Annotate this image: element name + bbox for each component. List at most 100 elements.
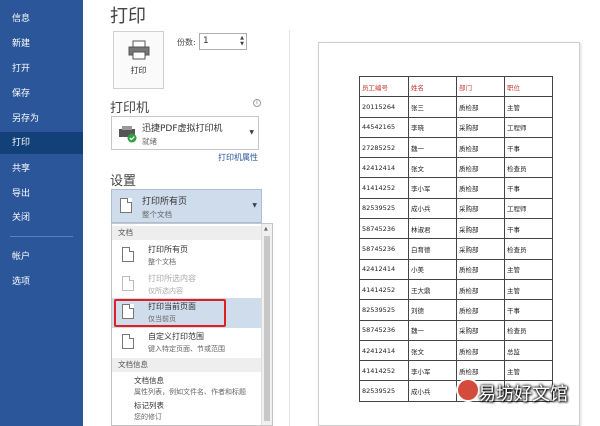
print-button[interactable]: 打印 <box>113 31 164 89</box>
table-cell: 82539525 <box>359 197 409 220</box>
page-title: 打印 <box>110 6 146 27</box>
table-cell: 58745236 <box>359 319 409 341</box>
docinfo-item[interactable]: 文档信息 <box>134 375 164 386</box>
table-row: 82539525 刘德 质检部 干事 <box>359 299 553 321</box>
nav-new[interactable]: 新建 <box>0 33 83 55</box>
nav-info[interactable]: 信息 <box>0 8 83 30</box>
table-row: 20115264 张三 质检部 主管 <box>359 96 553 118</box>
table-cell: 41414252 <box>359 177 409 199</box>
table-row: 41414252 李小军 质检部 主管 <box>359 360 553 382</box>
option-title: 自定义打印范围 <box>148 332 204 341</box>
table-cell: 检查员 <box>504 319 553 341</box>
table-row: 58745236 白育德 采购部 检查员 <box>359 238 553 260</box>
pdf-printer-icon <box>119 126 137 143</box>
option-subtitle: 键入特定页面、节或范围 <box>148 345 225 353</box>
dropdown-header-document: 文档 <box>112 226 262 240</box>
nav-share[interactable]: 共享 <box>0 158 83 180</box>
table-cell: 成小兵 <box>408 380 457 402</box>
scroll-thumb[interactable] <box>264 236 270 421</box>
printer-status: 就绪 <box>142 137 157 146</box>
table-cell: 质检部 <box>456 136 505 159</box>
backstage-sidebar: 信息 新建 打开 保存 另存为 打印 共享 导出 关闭 帐户 选项 <box>0 0 83 426</box>
table-cell: 27285252 <box>359 136 409 159</box>
table-cell: 林淑君 <box>408 218 457 240</box>
option-print-current-page[interactable]: 打印当前页面 仅当前页 <box>112 298 262 328</box>
chevron-down-icon: ▼ <box>252 202 257 209</box>
table-cell: 采购部 <box>456 238 505 260</box>
nav-options[interactable]: 选项 <box>0 271 83 293</box>
watermark-logo-icon <box>456 378 480 402</box>
nav-save[interactable]: 保存 <box>0 83 83 105</box>
option-print-all-pages[interactable]: 打印所有页 整个文档 <box>112 241 262 271</box>
table-header-cell: 员工编号 <box>359 75 409 98</box>
info-icon[interactable]: i <box>253 99 261 107</box>
nav-print[interactable]: 打印 <box>0 132 83 154</box>
table-cell: 李晓 <box>408 116 457 138</box>
table-cell: 采购部 <box>456 116 505 138</box>
scroll-up-icon[interactable]: ▲ <box>264 226 268 232</box>
table-header-row: 员工编号 姓名 部门 职位 <box>359 75 553 98</box>
table-cell: 采购部 <box>456 218 505 240</box>
printer-select[interactable]: 迅捷PDF虚拟打印机 就绪 ▼ <box>111 116 259 150</box>
option-custom-range[interactable]: 自定义打印范围 键入特定页面、节或范围 <box>112 328 262 358</box>
dropdown-scrollbar[interactable]: ▲ <box>261 224 272 425</box>
table-cell: 主管 <box>504 96 553 118</box>
print-range-select[interactable]: 打印所有页 整个文档 ▼ <box>111 189 262 223</box>
table-cell: 采购部 <box>456 319 505 341</box>
table-cell: 42412414 <box>359 157 409 179</box>
printer-icon <box>128 40 150 60</box>
table-cell: 58745236 <box>359 238 409 260</box>
table-cell: 质检部 <box>456 299 505 321</box>
copies-value: 1 <box>203 36 209 46</box>
table-cell: 干事 <box>504 299 553 321</box>
copies-stepper[interactable]: 1 ▲ ▼ <box>199 33 247 50</box>
printer-properties-link[interactable]: 打印机属性 <box>218 152 258 163</box>
nav-save-as[interactable]: 另存为 <box>0 108 83 130</box>
chevron-down-icon: ▼ <box>249 129 254 136</box>
table-row: 58745236 魏一 采购部 检查员 <box>359 319 553 341</box>
table-row: 41414252 李小军 质检部 干事 <box>359 177 553 199</box>
nav-open[interactable]: 打开 <box>0 58 83 80</box>
option-subtitle: 仅所选内容 <box>148 287 183 295</box>
preview-table: 员工编号 姓名 部门 职位 20115264 张三 质检部 主管 44542165 李晓 采购部 工程… <box>359 75 553 402</box>
table-cell: 检查员 <box>504 157 553 179</box>
table-row: 41414252 王大鼎 质检部 主管 <box>359 278 553 301</box>
table-cell: 82539525 <box>359 299 409 321</box>
table-cell: 干事 <box>504 136 553 159</box>
table-cell: 工程师 <box>504 197 553 220</box>
nav-account[interactable]: 帐户 <box>0 246 83 268</box>
table-cell: 干事 <box>504 177 553 199</box>
table-cell: 白育德 <box>408 238 457 260</box>
table-row: 82539525 成小兵 采购部 工程师 <box>359 197 553 220</box>
table-cell: 总监 <box>504 339 553 362</box>
table-cell: 魏一 <box>408 136 457 159</box>
panel-divider <box>289 30 290 426</box>
copies-spin-arrows[interactable]: ▲ ▼ <box>240 35 244 47</box>
table-cell: 质检部 <box>456 157 505 179</box>
settings-section-title: 设置 <box>110 174 137 189</box>
table-cell: 主管 <box>504 278 553 301</box>
table-cell: 质检部 <box>456 258 505 280</box>
table-cell: 58745236 <box>359 218 409 240</box>
nav-close[interactable]: 关闭 <box>0 207 83 229</box>
pages-icon <box>120 198 132 213</box>
nav-export[interactable]: 导出 <box>0 183 83 205</box>
table-row: 58745236 林淑君 采购部 干事 <box>359 218 553 240</box>
print-preview-page: 员工编号 姓名 部门 职位 20115264 张三 质检部 主管 44542165 李晓 采购部 工程… <box>318 42 580 426</box>
copies-label: 份数: <box>177 38 196 47</box>
table-cell: 质检部 <box>456 339 505 362</box>
printer-name: 迅捷PDF虚拟打印机 <box>142 124 223 134</box>
table-cell: 42412414 <box>359 258 409 280</box>
table-cell: 干事 <box>504 218 553 240</box>
table-row: 42412414 张文 质检部 检查员 <box>359 157 553 179</box>
table-cell: 张文 <box>408 339 457 362</box>
markup-list-item[interactable]: 标记列表 <box>134 400 164 411</box>
print-range-subtitle: 整个文档 <box>142 210 172 219</box>
revisions-item: 您的修订 <box>134 413 162 421</box>
option-title: 打印所有页 <box>148 245 188 254</box>
table-cell: 质检部 <box>456 96 505 118</box>
print-range-title: 打印所有页 <box>142 197 188 207</box>
table-header-cell: 部门 <box>456 75 505 98</box>
print-button-label: 打印 <box>130 66 147 75</box>
table-cell: 44542165 <box>359 116 409 138</box>
